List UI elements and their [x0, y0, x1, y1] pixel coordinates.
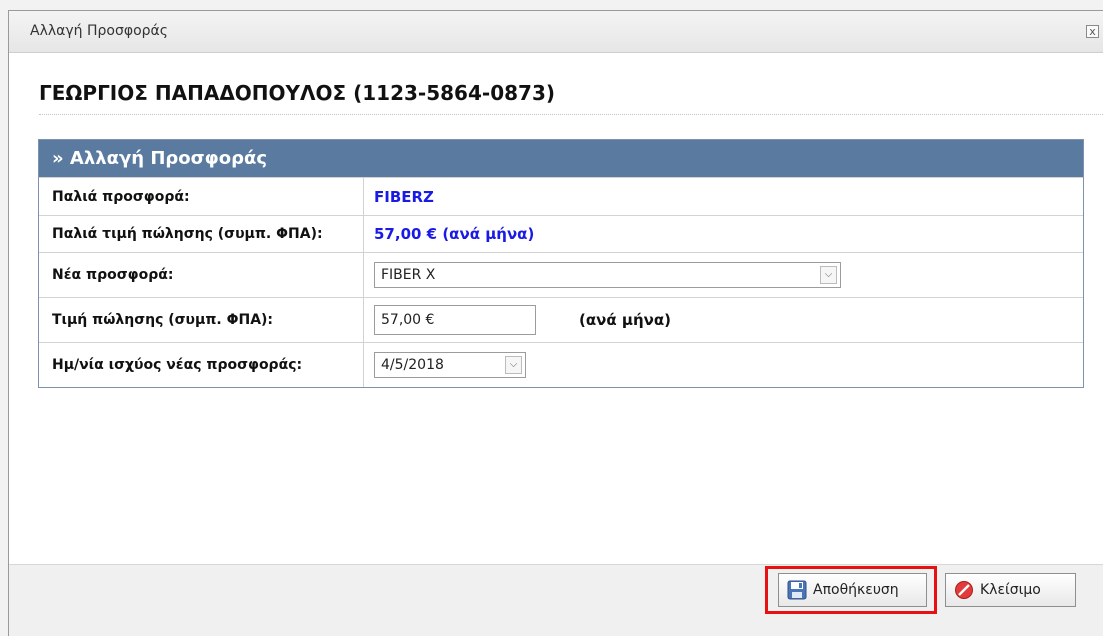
chevron-down-icon[interactable]: ⌵ — [505, 356, 522, 374]
new-offer-select-value: FIBER X — [381, 267, 436, 283]
row-sale-price: Τιμή πώλησης (συμπ. ΦΠΑ): (ανά μήνα) — [39, 297, 1083, 342]
sale-price-input[interactable] — [374, 305, 536, 335]
per-month-label: (ανά μήνα) — [579, 311, 671, 329]
old-price-label: Παλιά τιμή πώλησης (συμπ. ΦΠΑ): — [39, 216, 364, 252]
close-button[interactable]: Κλείσιμο — [945, 573, 1076, 607]
row-old-price: Παλιά τιμή πώλησης (συμπ. ΦΠΑ): 57,00 € … — [39, 215, 1083, 252]
new-offer-label: Νέα προσφορά: — [39, 253, 364, 297]
panel-header: » Αλλαγή Προσφοράς — [39, 140, 1083, 177]
sale-price-label: Τιμή πώλησης (συμπ. ΦΠΑ): — [39, 298, 364, 342]
effective-date-cell: 4/5/2018 ⌵ — [364, 343, 1083, 387]
dialog-titlebar: Αλλαγή Προσφοράς x — [9, 11, 1103, 53]
save-button[interactable]: Αποθήκευση — [778, 573, 927, 607]
change-offer-dialog: Αλλαγή Προσφοράς x ΓΕΩΡΓΙΟΣ ΠΑΠΑΔΟΠΟΥΛΟΣ… — [8, 10, 1103, 636]
row-effective-date: Ημ/νία ισχύος νέας προσφοράς: 4/5/2018 ⌵ — [39, 342, 1083, 387]
save-button-label: Αποθήκευση — [813, 582, 899, 598]
new-offer-select[interactable]: FIBER X ⌵ — [374, 262, 841, 288]
effective-date-label: Ημ/νία ισχύος νέας προσφοράς: — [39, 343, 364, 387]
dialog-footer — [9, 564, 1103, 636]
new-offer-cell: FIBER X ⌵ — [364, 253, 1083, 297]
old-offer-label: Παλιά προσφορά: — [39, 178, 364, 215]
effective-date-value: 4/5/2018 — [381, 357, 444, 373]
close-button-label: Κλείσιμο — [980, 582, 1041, 598]
offer-panel: » Αλλαγή Προσφοράς Παλιά προσφορά: FIBER… — [38, 139, 1084, 388]
old-price-value: 57,00 € (ανά μήνα) — [374, 225, 535, 243]
close-circle-icon — [955, 581, 973, 599]
save-disk-icon — [787, 580, 807, 600]
effective-date-select[interactable]: 4/5/2018 ⌵ — [374, 352, 526, 378]
row-old-offer: Παλιά προσφορά: FIBERZ — [39, 177, 1083, 215]
row-new-offer: Νέα προσφορά: FIBER X ⌵ — [39, 252, 1083, 297]
dialog-title: Αλλαγή Προσφοράς — [30, 23, 168, 39]
old-offer-value: FIBERZ — [374, 187, 434, 206]
sale-price-cell: (ανά μήνα) — [364, 298, 1083, 342]
close-icon[interactable]: x — [1086, 25, 1099, 38]
chevron-down-icon[interactable]: ⌵ — [820, 266, 837, 284]
customer-heading: ΓΕΩΡΓΙΟΣ ΠΑΠΑΔΟΠΟΥΛΟΣ (1123-5864-0873) — [39, 81, 1103, 115]
